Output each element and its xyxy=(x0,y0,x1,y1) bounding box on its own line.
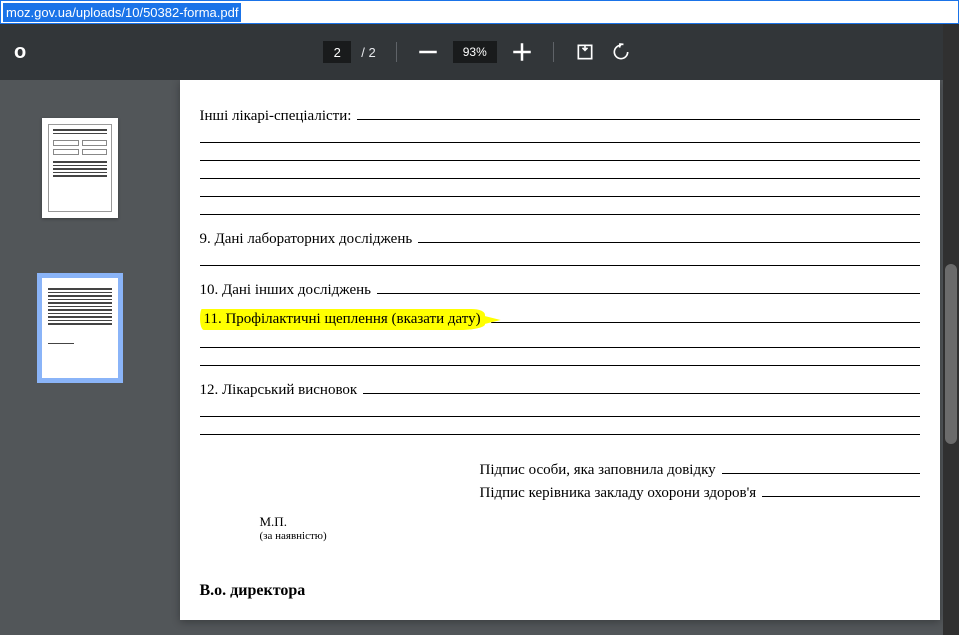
label-mp-note: (за наявністю) xyxy=(260,530,920,542)
blank-line xyxy=(722,460,920,474)
blank-line xyxy=(200,336,920,348)
divider xyxy=(553,42,554,62)
blank-line xyxy=(491,309,920,323)
page-area[interactable]: Інші лікарі-спеціалісти: 9. Дані лаборат… xyxy=(160,80,959,635)
label-section-10: 10. Дані інших досліджень xyxy=(200,282,372,299)
blank-line xyxy=(200,405,920,417)
label-director: В.о. директора xyxy=(200,582,920,600)
label-signature-2: Підпис керівника закладу охорони здоров'… xyxy=(480,485,757,502)
content-area: Інші лікарі-спеціалісти: 9. Дані лаборат… xyxy=(0,80,959,635)
highlight-marker: 11. Профілактичні щеплення (вказати дату… xyxy=(200,309,485,330)
thumbnail-page-2[interactable] xyxy=(42,278,118,378)
scrollbar-thumb[interactable] xyxy=(945,264,957,444)
pdf-viewer: о / 2 93% xyxy=(0,24,959,635)
zoom-in-button[interactable] xyxy=(507,37,537,67)
blank-line xyxy=(418,229,919,243)
signature-block: Підпис особи, яка заповнила довідку Підп… xyxy=(480,460,920,502)
rotate-button[interactable] xyxy=(606,37,636,67)
toolbar-center: / 2 93% xyxy=(323,37,635,67)
blank-line xyxy=(200,354,920,366)
blank-line xyxy=(363,380,919,394)
blank-line xyxy=(200,185,920,197)
label-mp: М.П. xyxy=(260,514,920,530)
scrollbar[interactable] xyxy=(943,80,959,635)
blank-line xyxy=(200,203,920,215)
url-text[interactable]: moz.gov.ua/uploads/10/50382-forma.pdf xyxy=(3,3,241,22)
blank-line xyxy=(762,483,919,497)
page-total: / 2 xyxy=(361,45,375,60)
blank-line xyxy=(377,280,920,294)
zoom-value[interactable]: 93% xyxy=(453,41,497,63)
blank-line xyxy=(200,254,920,266)
thumbnail-page-1[interactable] xyxy=(42,118,118,218)
blank-line xyxy=(200,423,920,435)
label-section-11: 11. Профілактичні щеплення (вказати дату… xyxy=(200,309,485,330)
divider xyxy=(396,42,397,62)
blank-line xyxy=(357,106,919,120)
url-bar[interactable]: moz.gov.ua/uploads/10/50382-forma.pdf xyxy=(0,0,959,24)
pdf-toolbar: о / 2 93% xyxy=(0,24,959,80)
stamp-block: М.П. (за наявністю) xyxy=(260,514,920,542)
label-section-12: 12. Лікарський висновок xyxy=(200,382,358,399)
blank-line xyxy=(200,167,920,179)
label-other-specialists: Інші лікарі-спеціалісти: xyxy=(200,108,352,125)
thumbnail-panel xyxy=(0,80,160,635)
pdf-page: Інші лікарі-спеціалісти: 9. Дані лаборат… xyxy=(180,80,940,620)
blank-line xyxy=(200,149,920,161)
toolbar-left-char: о xyxy=(14,41,26,64)
zoom-out-button[interactable] xyxy=(413,37,443,67)
label-signature-1: Підпис особи, яка заповнила довідку xyxy=(480,462,716,479)
blank-line xyxy=(200,131,920,143)
fit-to-page-button[interactable] xyxy=(570,37,600,67)
page-number-input[interactable] xyxy=(323,41,351,63)
label-section-9: 9. Дані лабораторних досліджень xyxy=(200,231,413,248)
